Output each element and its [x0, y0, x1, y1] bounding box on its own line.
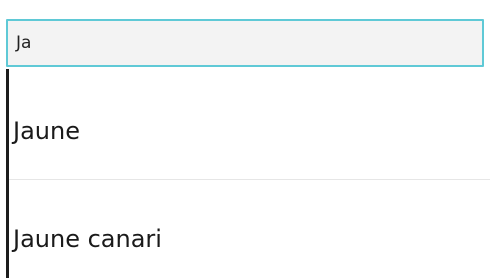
autocomplete-screen: Ja Jaune Jaune canari	[0, 0, 490, 278]
search-box[interactable]: Ja	[6, 19, 484, 67]
suggestion-item-jaune-canari[interactable]: Jaune canari	[9, 180, 490, 278]
suggestion-list: Jaune Jaune canari	[0, 69, 490, 278]
suggestion-item-label: Jaune	[13, 117, 80, 145]
suggestion-item-label: Jaune canari	[13, 225, 162, 253]
search-input[interactable]: Ja	[16, 21, 31, 65]
suggestion-item-jaune[interactable]: Jaune	[9, 69, 490, 179]
